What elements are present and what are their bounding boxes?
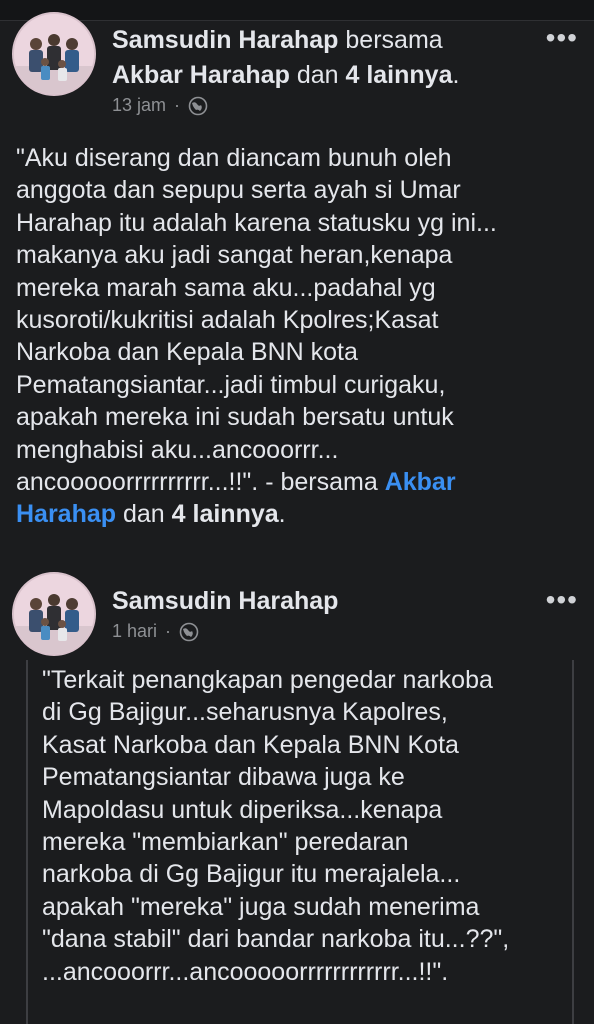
avatar-photo-icon bbox=[14, 574, 94, 654]
post-author-line: Samsudin Harahap bbox=[112, 583, 338, 620]
meta-separator: · bbox=[165, 621, 172, 641]
more-options-icon[interactable]: ••• bbox=[546, 586, 578, 614]
quote-left-border bbox=[26, 660, 28, 1024]
globe-icon bbox=[188, 96, 208, 115]
tag-link-first[interactable]: Akbar bbox=[385, 468, 456, 496]
post-body: "Aku diserang dan diancam bunuh oleh ang… bbox=[16, 142, 586, 531]
tag-link-last[interactable]: Harahap bbox=[16, 500, 116, 528]
post-tail-and: dan bbox=[116, 500, 172, 529]
and-label: dan bbox=[296, 61, 339, 89]
post-card: Samsudin Harahap bersama Akbar Harahap d… bbox=[0, 0, 594, 560]
post-meta: 13 jam · bbox=[112, 95, 208, 116]
post-meta: 1 hari · bbox=[112, 621, 199, 642]
post-tagged-line: Akbar Harahap dan 4 lainnya. bbox=[112, 57, 459, 94]
period: . bbox=[452, 61, 460, 89]
more-options-icon[interactable]: ••• bbox=[546, 24, 578, 52]
globe-icon bbox=[179, 622, 199, 641]
quote-right-border bbox=[572, 660, 574, 1024]
author-name[interactable]: Samsudin Harahap bbox=[112, 26, 338, 54]
author-name[interactable]: Samsudin Harahap bbox=[112, 587, 338, 615]
post-author-line: Samsudin Harahap bersama bbox=[112, 22, 443, 59]
post-tail-period: . bbox=[278, 500, 286, 529]
post-text: "Aku diserang dan diancam bunuh oleh ang… bbox=[16, 144, 497, 497]
post-tail-others[interactable]: 4 lainnya bbox=[172, 500, 279, 528]
tagged-others[interactable]: 4 lainnya bbox=[345, 61, 452, 89]
shared-post-body: "Terkait penangkapan pengedar narkoba di… bbox=[42, 666, 510, 986]
meta-separator: · bbox=[174, 95, 181, 115]
avatar[interactable] bbox=[12, 572, 96, 656]
tagged-name[interactable]: Akbar Harahap bbox=[112, 61, 290, 89]
shared-post-card: Samsudin Harahap 1 hari · ••• "Terkait p… bbox=[0, 560, 594, 1024]
avatar[interactable] bbox=[12, 12, 96, 96]
feed-page: Samsudin Harahap bersama Akbar Harahap d… bbox=[0, 0, 594, 1024]
with-label: bersama bbox=[345, 26, 443, 54]
post-timestamp[interactable]: 1 hari bbox=[112, 621, 157, 642]
post-timestamp[interactable]: 13 jam bbox=[112, 95, 166, 116]
avatar-photo-icon bbox=[14, 14, 94, 94]
